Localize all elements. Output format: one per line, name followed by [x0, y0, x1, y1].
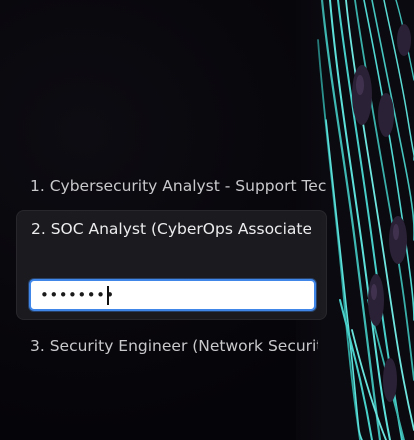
list-item[interactable]: 3. Security Engineer (Network Security)	[30, 337, 318, 355]
app-window: 1. Cybersecurity Analyst - Support Techn…	[0, 0, 414, 440]
list-item-label: 2. SOC Analyst (CyberOps Associate)	[31, 220, 311, 238]
selected-list-item[interactable]: 2. SOC Analyst (CyberOps Associate)	[16, 210, 327, 320]
list-item[interactable]: 1. Cybersecurity Analyst - Support Techn…	[30, 177, 326, 195]
password-input[interactable]	[31, 281, 314, 309]
password-field[interactable]	[29, 279, 316, 311]
text-caret	[107, 286, 109, 305]
